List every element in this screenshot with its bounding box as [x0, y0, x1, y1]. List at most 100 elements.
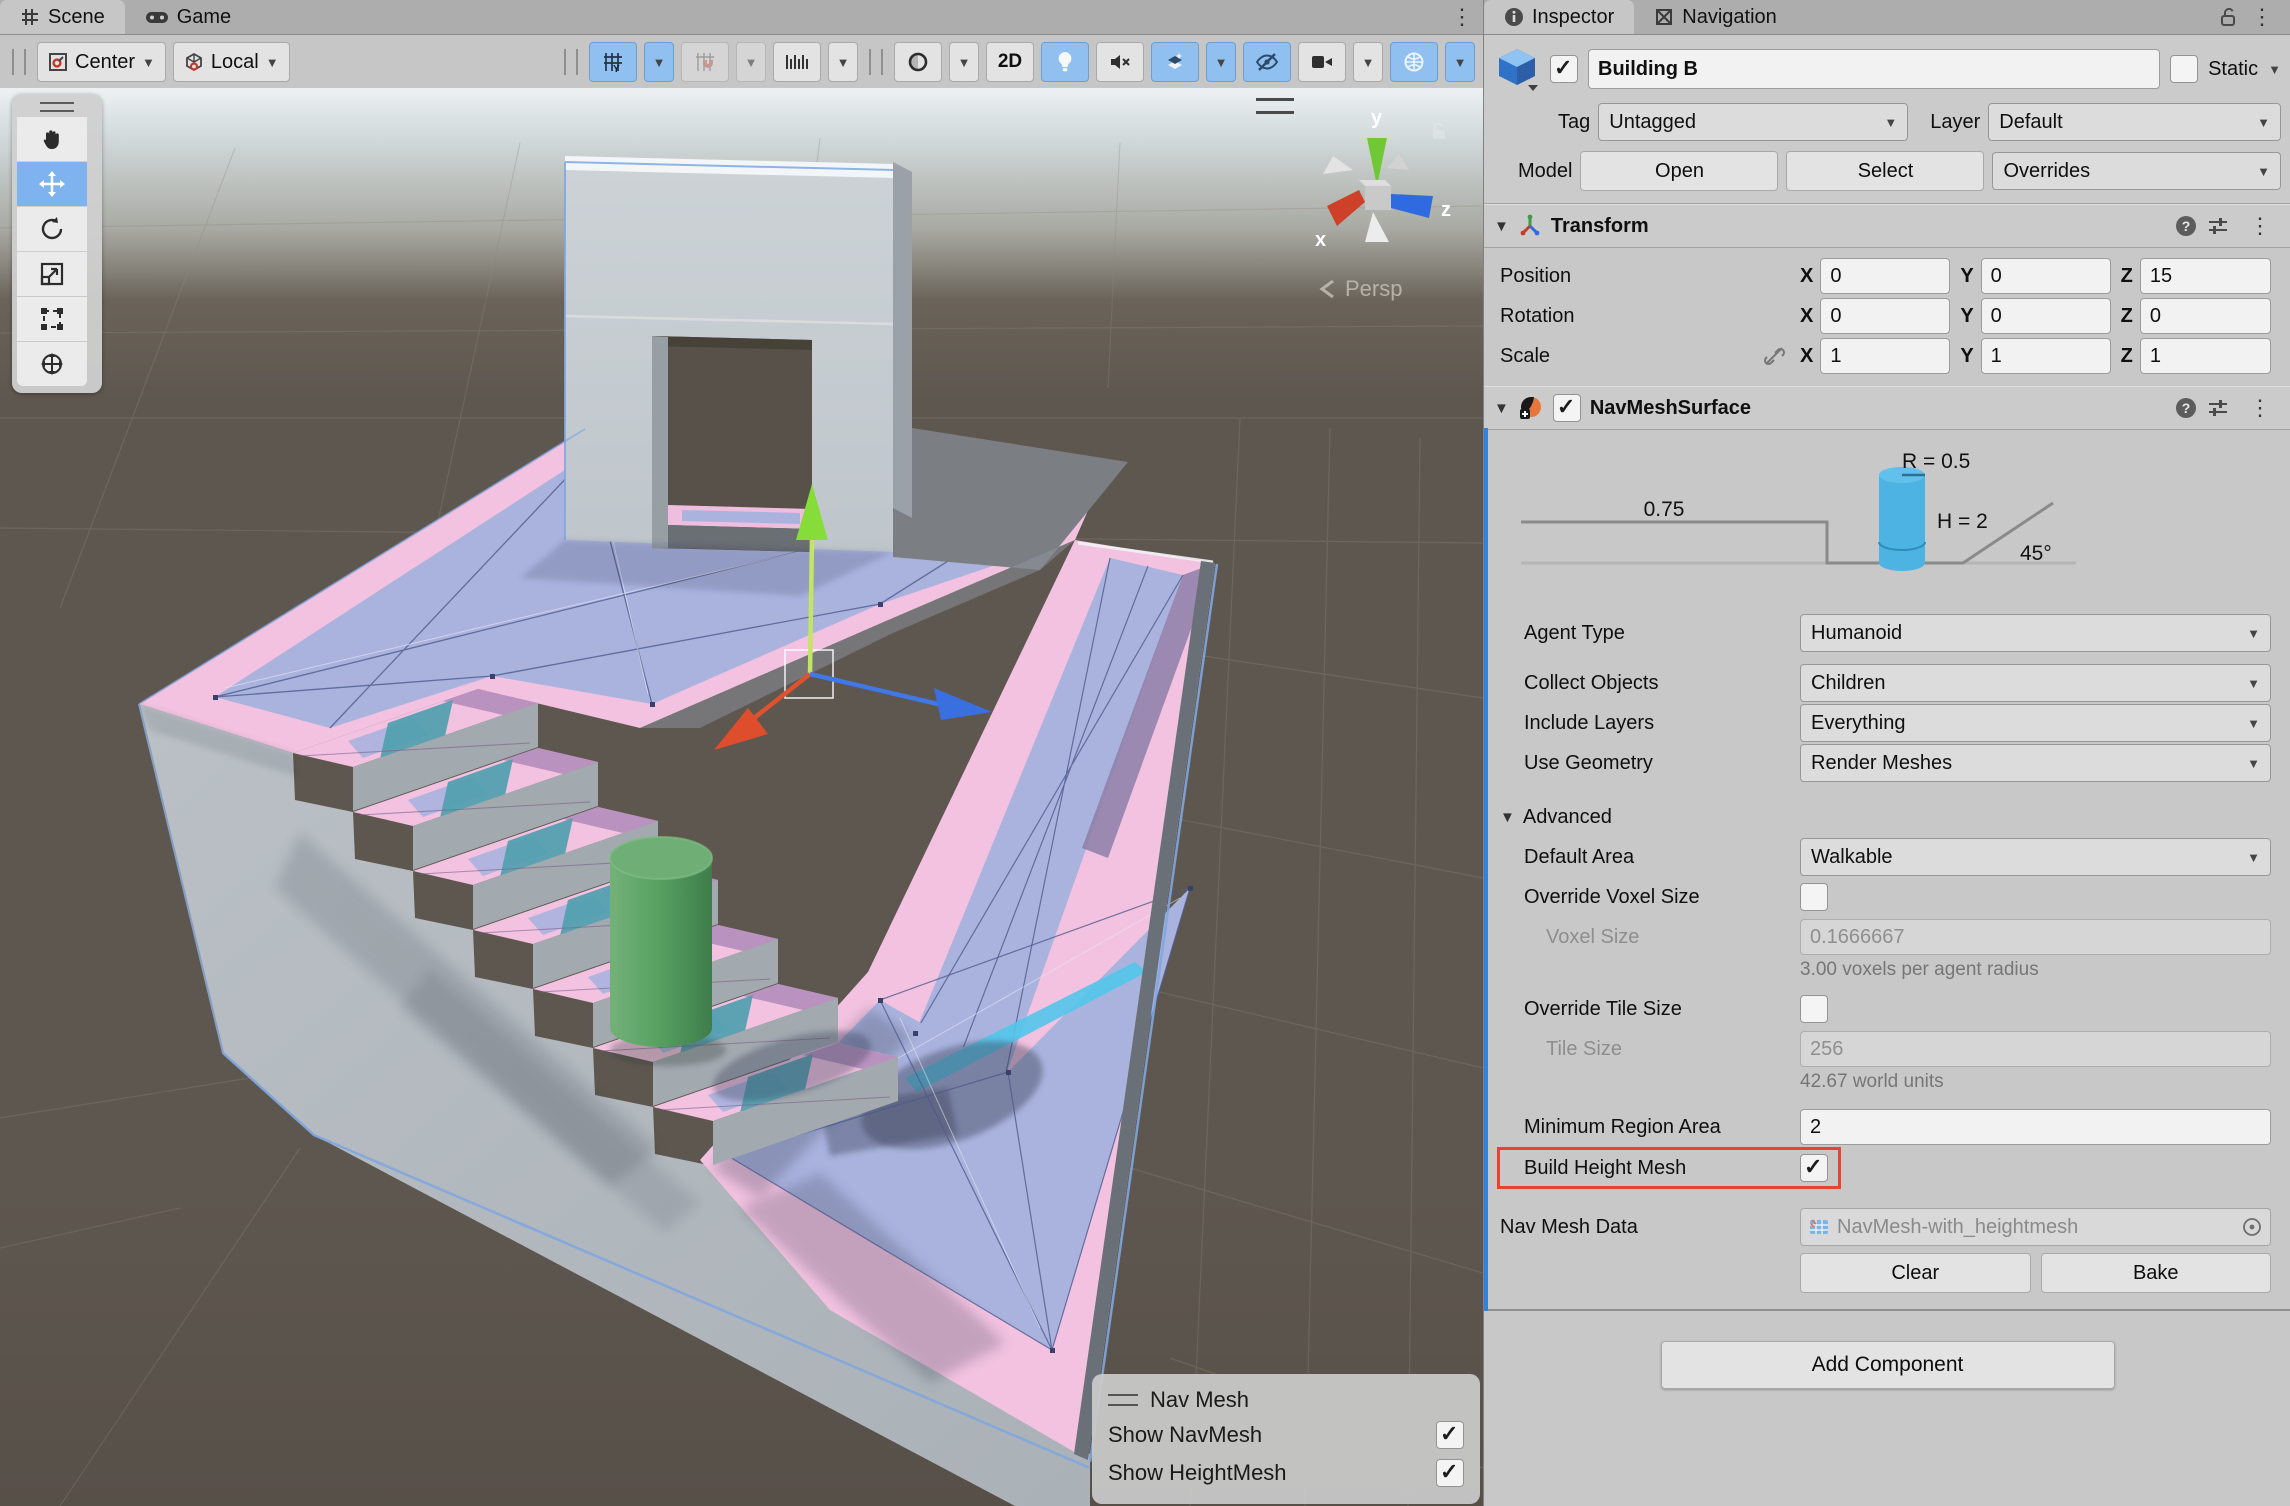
build-height-mesh-checkbox[interactable] — [1800, 1154, 1828, 1182]
navmeshsurface-enabled-checkbox[interactable] — [1553, 394, 1581, 422]
layer-dropdown[interactable]: Default▼ — [1988, 103, 2281, 141]
help-icon[interactable]: ? — [2175, 397, 2197, 419]
position-y-field[interactable]: 0 — [1981, 258, 2111, 294]
audio-mute-toggle[interactable] — [1096, 42, 1144, 82]
gameobject-name-field[interactable]: Building B — [1588, 49, 2160, 89]
include-layers-dropdown[interactable]: Everything▼ — [1800, 704, 2271, 742]
use-geometry-dropdown[interactable]: Render Meshes▼ — [1800, 744, 2271, 782]
nav-mesh-data-field[interactable]: NavMesh-with_heightmesh — [1800, 1208, 2271, 1246]
svg-text:?: ? — [2182, 400, 2191, 416]
rotation-x-field[interactable]: 0 — [1820, 298, 1950, 334]
component-kebab-icon[interactable]: ⋮ — [2239, 395, 2281, 421]
navmeshsurface-icon — [1518, 395, 1544, 421]
effects-toggle[interactable] — [1151, 42, 1199, 82]
presets-icon[interactable] — [2207, 398, 2229, 418]
tab-inspector[interactable]: Inspector — [1484, 0, 1634, 34]
tab-navigation[interactable]: Navigation — [1634, 0, 1797, 34]
override-tile-checkbox[interactable] — [1800, 995, 1828, 1023]
rotate-tool-button[interactable] — [17, 207, 87, 251]
scene-visibility-toggle[interactable] — [1243, 42, 1291, 82]
scale-x-field[interactable]: 1 — [1820, 338, 1950, 374]
foldout-icon[interactable]: ▼ — [1494, 400, 1509, 417]
position-x-field[interactable]: 0 — [1820, 258, 1950, 294]
model-open-button[interactable]: Open — [1580, 151, 1778, 191]
orientation-dropdown[interactable]: Local ▼ — [173, 42, 290, 82]
palette-drag-handle[interactable] — [17, 98, 97, 116]
navmeshsurface-header[interactable]: ▼ NavMeshSurface ? — [1484, 386, 2290, 430]
presets-icon[interactable] — [2207, 216, 2229, 236]
rotation-z-field[interactable]: 0 — [2140, 298, 2271, 334]
override-voxel-checkbox[interactable] — [1800, 883, 1828, 911]
pivot-mode-dropdown[interactable]: Center ▼ — [37, 42, 166, 82]
position-z-field[interactable]: 15 — [2140, 258, 2271, 294]
tab-scene[interactable]: Scene — [0, 0, 125, 34]
grid-snapping-dropdown[interactable]: ▼ — [644, 42, 674, 82]
show-navmesh-row: Show NavMesh — [1108, 1416, 1464, 1454]
prefab-cube-icon[interactable] — [1494, 45, 1540, 93]
scene-tab-kebab-icon[interactable]: ⋮ — [1441, 0, 1483, 34]
legend-drag-handle[interactable] — [1108, 1394, 1138, 1406]
snap-magnet-dropdown[interactable]: ▼ — [736, 42, 766, 82]
static-checkbox[interactable] — [2170, 55, 2198, 83]
pivot-icon — [48, 52, 68, 72]
overlay-drag-handle[interactable] — [1256, 98, 1294, 114]
show-navmesh-checkbox[interactable] — [1436, 1421, 1464, 1449]
inspector-kebab-icon[interactable]: ⋮ — [2241, 4, 2283, 30]
foldout-icon[interactable]: ▼ — [1494, 218, 1509, 235]
toolbar-grip[interactable] — [564, 49, 578, 75]
link-broken-icon[interactable] — [1762, 344, 1786, 368]
overrides-dropdown[interactable]: Overrides▼ — [1992, 152, 2281, 190]
transform-tool-button[interactable] — [17, 342, 87, 386]
scale-y-field[interactable]: 1 — [1981, 338, 2111, 374]
camera-dropdown[interactable]: ▼ — [1353, 42, 1383, 82]
scene-viewport[interactable]: y x z Persp — [0, 88, 1483, 1506]
hand-tool-button[interactable] — [17, 117, 87, 161]
bake-button[interactable]: Bake — [2041, 1253, 2272, 1293]
grid-snapping-toggle[interactable]: Y — [589, 42, 637, 82]
component-kebab-icon[interactable]: ⋮ — [2239, 213, 2281, 239]
lighting-toggle[interactable] — [1041, 42, 1089, 82]
min-region-field[interactable]: 2 — [1800, 1109, 2271, 1145]
tag-label: Tag — [1558, 111, 1590, 134]
camera-button[interactable] — [1298, 42, 1346, 82]
collect-objects-dropdown[interactable]: Children▼ — [1800, 664, 2271, 702]
toolbar-grip[interactable] — [869, 49, 883, 75]
rotation-y-field[interactable]: 0 — [1981, 298, 2111, 334]
help-icon[interactable]: ? — [2175, 215, 2197, 237]
scale-z-field[interactable]: 1 — [2140, 338, 2271, 374]
add-component-button[interactable]: Add Component — [1661, 1341, 2115, 1389]
model-select-button[interactable]: Select — [1786, 151, 1984, 191]
advanced-foldout[interactable]: ▼ Advanced — [1484, 797, 2290, 837]
increment-snap-dropdown[interactable]: ▼ — [828, 42, 858, 82]
orientation-gizmo[interactable]: y x z Persp — [1295, 94, 1465, 309]
default-area-dropdown[interactable]: Walkable▼ — [1800, 838, 2271, 876]
scene-3d-render[interactable] — [0, 88, 1483, 1506]
shading-mode-button[interactable] — [894, 42, 942, 82]
agent-type-dropdown[interactable]: Humanoid▼ — [1800, 614, 2271, 652]
gameobject-enabled-checkbox[interactable] — [1550, 55, 1578, 83]
gizmos-dropdown[interactable]: ▼ — [1445, 42, 1475, 82]
gizmos-toggle[interactable] — [1390, 42, 1438, 82]
scale-tool-button[interactable] — [17, 252, 87, 296]
move-tool-button[interactable] — [17, 162, 87, 206]
snap-magnet-toggle[interactable] — [681, 42, 729, 82]
tool-palette — [12, 94, 102, 393]
increment-snap-button[interactable] — [773, 42, 821, 82]
show-heightmesh-checkbox[interactable] — [1436, 1459, 1464, 1487]
tile-size-label: Tile Size — [1500, 1038, 1800, 1061]
layer-label: Layer — [1930, 111, 1980, 134]
object-picker-icon[interactable] — [2242, 1217, 2262, 1237]
shading-mode-dropdown[interactable]: ▼ — [949, 42, 979, 82]
toolbar-grip[interactable] — [12, 49, 26, 75]
2d-toggle[interactable]: 2D — [986, 42, 1034, 82]
tab-game[interactable]: Game — [125, 0, 251, 34]
effects-dropdown[interactable]: ▼ — [1206, 42, 1236, 82]
clear-button[interactable]: Clear — [1800, 1253, 2031, 1293]
projection-label[interactable]: Persp — [1317, 276, 1402, 302]
rect-tool-button[interactable] — [17, 297, 87, 341]
static-dropdown-icon[interactable]: ▼ — [2268, 63, 2281, 76]
lock-icon[interactable] — [2219, 6, 2237, 28]
transform-header[interactable]: ▼ Transform ? ⋮ — [1484, 204, 2290, 248]
tag-dropdown[interactable]: Untagged▼ — [1598, 103, 1908, 141]
gizmo-lock-icon[interactable] — [1433, 124, 1445, 140]
